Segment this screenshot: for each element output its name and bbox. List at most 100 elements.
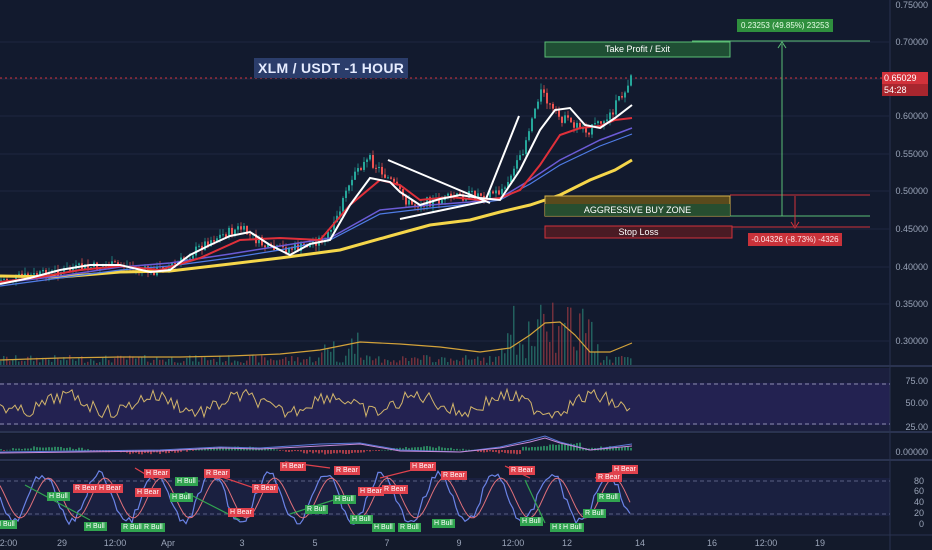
volume-bar — [393, 360, 395, 365]
macd-bar — [21, 449, 23, 451]
macd-bar — [192, 450, 194, 451]
volume-bar — [519, 343, 521, 365]
volume-bar — [162, 359, 164, 365]
volume-bar — [441, 357, 443, 365]
macd-bar — [351, 450, 353, 454]
candle-body — [609, 112, 611, 120]
volume-bar — [291, 356, 293, 365]
macd-bar — [69, 447, 71, 451]
stop-loss-label: Stop Loss — [618, 227, 659, 237]
volume-bar — [264, 357, 266, 365]
divergence-tag: H Bear — [280, 462, 306, 471]
volume-bar — [156, 357, 158, 365]
candle-body — [567, 115, 569, 118]
candle-body — [243, 225, 245, 230]
macd-bar — [348, 450, 350, 454]
divergence-tag: H Bull — [561, 523, 584, 532]
divergence-tag: H Bear — [97, 484, 123, 493]
volume-bar — [75, 360, 77, 365]
macd-bar — [84, 449, 86, 451]
macd-bar — [486, 450, 488, 453]
volume-bar — [141, 357, 143, 365]
volume-bar — [273, 360, 275, 365]
volume-bar — [318, 357, 320, 365]
buy-zone-label: AGGRESSIVE BUY ZONE — [583, 205, 692, 215]
candle-body — [525, 140, 527, 155]
volume-bar — [624, 357, 626, 365]
macd-bar — [516, 450, 518, 455]
candle-body — [630, 75, 632, 86]
macd-bar — [282, 450, 284, 451]
time-tick: 12:00 — [754, 538, 778, 548]
volume-bar — [588, 319, 590, 365]
macd-bar — [513, 450, 515, 454]
candle-body — [360, 168, 362, 170]
volume-bar — [39, 362, 41, 365]
candle-body — [492, 191, 494, 194]
macd-bar — [309, 450, 311, 452]
volume-bar — [552, 302, 554, 365]
candle-body — [528, 131, 530, 141]
volume-bar — [204, 357, 206, 365]
volume-bar — [591, 321, 593, 365]
volume-bar — [279, 359, 281, 365]
candle-body — [378, 166, 380, 169]
candle-body — [597, 121, 599, 124]
volume-bar — [90, 359, 92, 365]
macd-bar — [627, 446, 629, 451]
divergence-tag: R Bull — [142, 523, 165, 532]
volume-bar — [165, 361, 167, 365]
volume-bar — [147, 361, 149, 365]
volume-bar — [261, 355, 263, 365]
volume-bar — [534, 346, 536, 365]
macd-bar — [6, 449, 8, 451]
volume-bar — [558, 326, 560, 365]
candle-body — [18, 273, 20, 275]
volume-bar — [339, 362, 341, 365]
volume-bar — [267, 360, 269, 365]
candle-body — [414, 204, 416, 206]
volume-bar — [9, 361, 11, 365]
chart-canvas[interactable] — [0, 0, 932, 550]
volume-bar — [537, 319, 539, 365]
candle-body — [627, 85, 629, 93]
macd-bar — [537, 446, 539, 451]
divergence-tag: R Bear — [252, 484, 278, 493]
divergence-tag: H Bear — [358, 487, 384, 496]
macd-bar — [507, 450, 509, 454]
candle-body — [249, 234, 251, 236]
volume-bar — [351, 338, 353, 365]
macd-bar — [573, 444, 575, 451]
macd-bar — [549, 444, 551, 451]
volume-bar — [606, 356, 608, 365]
volume-bar — [231, 362, 233, 365]
time-tick: 16 — [706, 538, 718, 548]
volume-bar — [198, 361, 200, 365]
volume-bar — [423, 355, 425, 365]
volume-bar — [93, 360, 95, 365]
volume-bar — [453, 360, 455, 365]
volume-bar — [18, 361, 20, 365]
divergence-tag: R Bear — [509, 466, 535, 475]
volume-bar — [498, 356, 500, 365]
candle-body — [540, 89, 542, 102]
macd-bar — [630, 447, 632, 451]
divergence-tag: H Bull — [175, 477, 198, 486]
volume-bar — [87, 361, 89, 365]
macd-bar — [324, 450, 326, 455]
candle-body — [537, 101, 539, 109]
macd-bar — [450, 447, 452, 451]
volume-bar — [375, 358, 377, 365]
time-tick: 3 — [239, 538, 245, 548]
macd-bar — [312, 450, 314, 454]
price-tick: 0.40000 — [895, 262, 928, 272]
divergence-tag: H Bull — [350, 515, 373, 524]
volume-bar — [387, 360, 389, 365]
candle-body — [408, 200, 410, 205]
candle-body — [384, 174, 386, 178]
volume-bar — [600, 362, 602, 365]
volume-bar — [522, 344, 524, 365]
candle-body — [192, 255, 194, 259]
volume-bar — [594, 351, 596, 365]
volume-bar — [603, 360, 605, 365]
